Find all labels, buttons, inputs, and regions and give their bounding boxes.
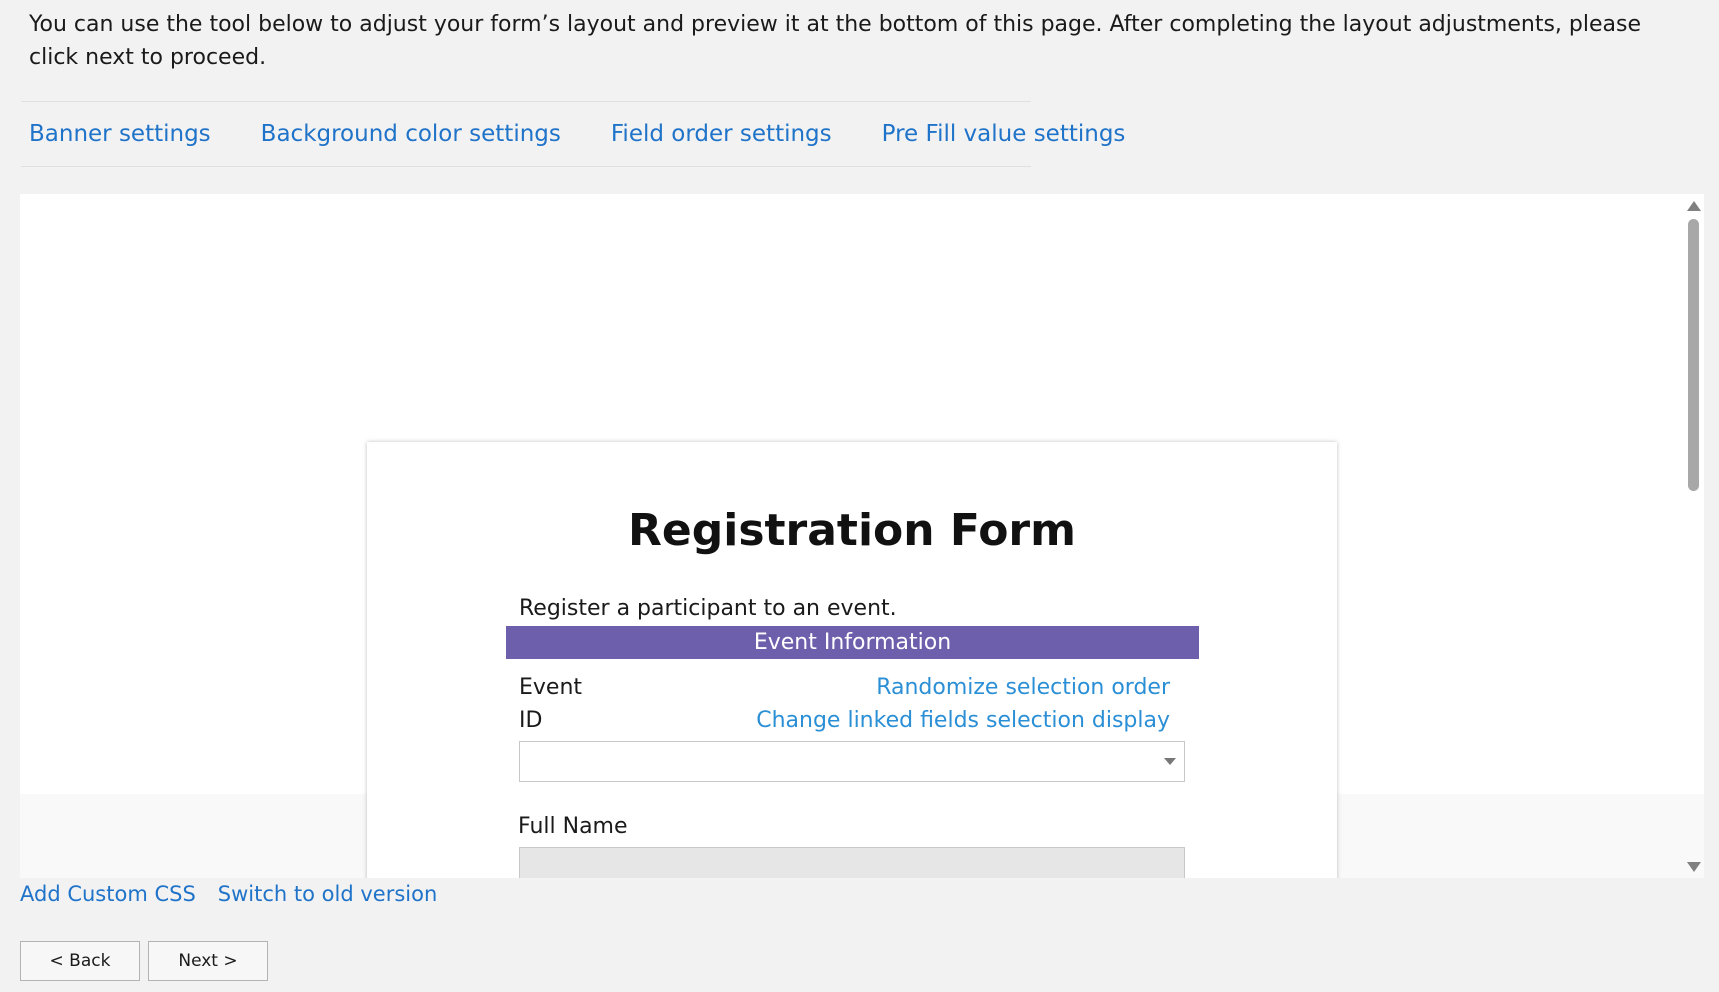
switch-to-old-version-link[interactable]: Switch to old version: [218, 882, 437, 906]
add-custom-css-link[interactable]: Add Custom CSS: [20, 882, 196, 906]
form-title: Registration Form: [628, 505, 1076, 556]
randomize-selection-order-link[interactable]: Randomize selection order: [876, 675, 1170, 700]
tab-pre-fill-value-settings[interactable]: Pre Fill value settings: [882, 121, 1126, 147]
form-description: Register a participant to an event.: [519, 596, 897, 621]
scroll-down-arrow-icon[interactable]: [1687, 862, 1701, 872]
tab-background-color-settings[interactable]: Background color settings: [261, 121, 561, 147]
scroll-up-arrow-icon[interactable]: [1687, 201, 1701, 211]
settings-tabs: Banner settings Background color setting…: [21, 101, 1125, 167]
scroll-thumb[interactable]: [1688, 219, 1699, 491]
chevron-down-icon: [1164, 758, 1176, 765]
preview-scrollbar[interactable]: [1682, 194, 1704, 878]
intro-text: You can use the tool below to adjust you…: [29, 12, 1641, 70]
form-preview-frame: Registration Form Register a participant…: [20, 194, 1704, 878]
form-card: Registration Form Register a participant…: [367, 442, 1337, 878]
next-button[interactable]: Next >: [148, 941, 268, 981]
change-linked-fields-link[interactable]: Change linked fields selection display: [756, 708, 1170, 733]
event-id-select[interactable]: [519, 741, 1185, 782]
tab-banner-settings[interactable]: Banner settings: [29, 121, 211, 147]
back-button[interactable]: < Back: [20, 941, 140, 981]
id-label: ID: [519, 708, 543, 733]
section-header-event-information: Event Information: [506, 626, 1199, 659]
tab-field-order-settings[interactable]: Field order settings: [611, 121, 832, 147]
full-name-label: Full Name: [518, 814, 628, 839]
full-name-input[interactable]: [519, 847, 1185, 878]
event-label: Event: [519, 675, 583, 700]
bottom-links: Add Custom CSS Switch to old version: [20, 882, 459, 906]
